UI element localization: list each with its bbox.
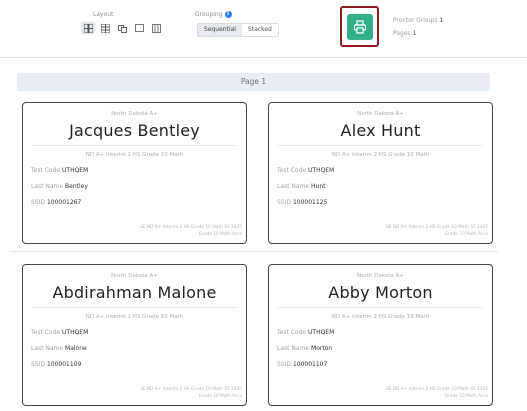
card-test-name: ND A+ Interim 2 HS Grade 10 Math	[85, 314, 184, 320]
test-code-row: Test Code UTHQEM	[31, 329, 89, 336]
print-icon	[353, 19, 366, 34]
test-code-row: Test Code UTHQEM	[277, 167, 335, 174]
student-card: North Dakota A+ Jacques Bentley ND A+ In…	[22, 102, 247, 244]
student-name: Abdirahman Malone	[52, 283, 217, 302]
ssid-row: SSID 100001109	[31, 361, 82, 368]
card-test-name: ND A+ Interim 2 HS Grade 10 Math	[331, 152, 430, 158]
ssid-row: SSID 100001125	[277, 199, 328, 206]
card-organization: North Dakota A+	[357, 111, 404, 117]
card-test-name: ND A+ Interim 2 HS Grade 10 Math	[85, 152, 184, 158]
summary-stats: Proctor Groups 1 Pages 1	[393, 14, 443, 40]
student-card: North Dakota A+ Abdirahman Malone ND A+ …	[22, 264, 247, 406]
grouping-toggle: Sequential Stacked	[197, 23, 279, 37]
card-organization: North Dakota A+	[111, 273, 158, 279]
student-card: North Dakota A+ Abby Morton ND A+ Interi…	[268, 264, 493, 406]
grouping-stacked-button[interactable]: Stacked	[241, 24, 278, 36]
card-organization: North Dakota A+	[357, 273, 404, 279]
last-name-row: Last Name Malone	[31, 345, 87, 352]
card-divider	[32, 307, 237, 308]
card-divider	[32, 145, 237, 146]
layout-single-card-icon[interactable]	[132, 22, 146, 34]
last-name-row: Last Name Bentley	[31, 183, 88, 190]
card-organization: North Dakota A+	[111, 111, 158, 117]
pages-stat: Pages 1	[393, 30, 417, 37]
test-code-row: Test Code UTHQEM	[277, 329, 335, 336]
card-footer: SE ND A+ Interim 2 HS Grade 10 Math SY 2…	[386, 225, 488, 237]
page-divider	[10, 251, 498, 252]
print-button[interactable]	[340, 6, 379, 47]
proctor-groups-stat: Proctor Groups 1	[393, 17, 444, 24]
layout-full-page-icon[interactable]	[149, 22, 163, 34]
card-divider	[278, 307, 483, 308]
page-banner: Page 1	[17, 73, 490, 91]
last-name-row: Last Name Hunt	[277, 183, 326, 190]
card-footer: SE ND A+ Interim 2 HS Grade 10 Math SY 2…	[386, 387, 488, 399]
card-footer: SE ND A+ Interim 2 HS Grade 10 Math SY 2…	[140, 387, 242, 399]
last-name-row: Last Name Morton	[277, 345, 333, 352]
layout-options	[81, 22, 163, 34]
student-name: Alex Hunt	[340, 121, 421, 140]
test-code-row: Test Code UTHQEM	[31, 167, 89, 174]
toolbar: Layout Grouping i Sequential Stacked Pro…	[0, 0, 527, 58]
print-button-face[interactable]	[346, 13, 373, 40]
layout-badge-icon[interactable]	[115, 22, 129, 34]
student-name: Jacques Bentley	[69, 121, 200, 140]
info-icon[interactable]: i	[224, 11, 232, 18]
layout-grid-2col-icon[interactable]	[81, 22, 95, 34]
grouping-sequential-button[interactable]: Sequential	[198, 24, 242, 36]
student-name: Abby Morton	[328, 283, 433, 302]
card-test-name: ND A+ Interim 2 HS Grade 10 Math	[331, 314, 430, 320]
student-card: North Dakota A+ Alex Hunt ND A+ Interim …	[268, 102, 493, 244]
card-footer: SE ND A+ Interim 2 HS Grade 10 Math SY 2…	[140, 225, 242, 237]
ssid-row: SSID 100001107	[277, 361, 328, 368]
grouping-label-wrap: Grouping i	[195, 11, 232, 18]
layout-grid-list-icon[interactable]	[98, 22, 112, 34]
grouping-label: Grouping	[195, 11, 223, 18]
card-divider	[278, 145, 483, 146]
layout-label: Layout	[93, 11, 114, 18]
ssid-row: SSID 100001267	[31, 199, 82, 206]
